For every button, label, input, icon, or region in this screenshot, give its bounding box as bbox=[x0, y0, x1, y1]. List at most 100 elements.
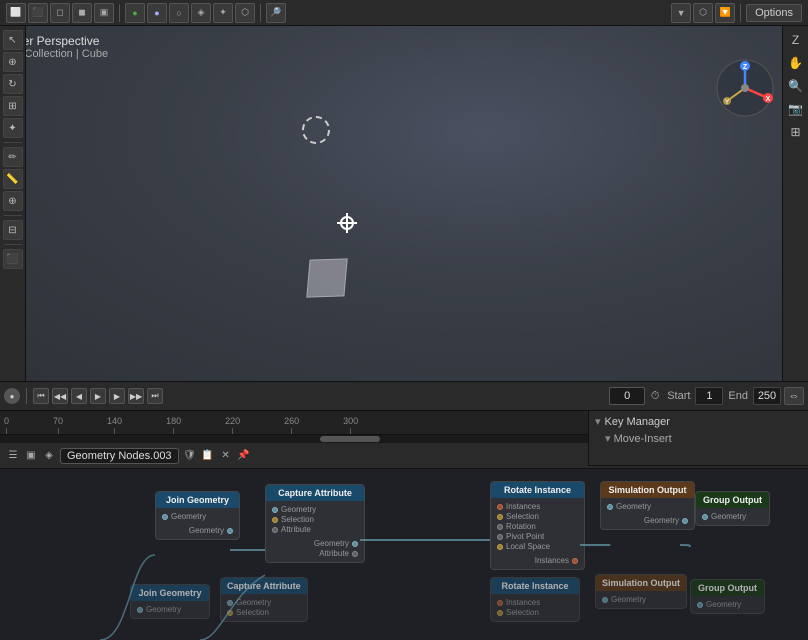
options-button[interactable]: Options bbox=[746, 4, 802, 22]
dot-rot-inst-in bbox=[497, 504, 503, 510]
node-bottom-4[interactable]: Simulation Output Geometry bbox=[595, 574, 687, 609]
node-header-icon-2[interactable]: ▣ bbox=[24, 449, 38, 463]
node-canvas[interactable]: Join Geometry Geometry Geometry Capture … bbox=[0, 469, 808, 640]
playback-jump-end[interactable]: ⏭ bbox=[147, 388, 163, 404]
node-pin-icon[interactable]: 📌 bbox=[237, 449, 251, 463]
port-cap-geo-out: Geometry bbox=[272, 539, 358, 548]
node-bottom-1[interactable]: Join Geometry Geometry bbox=[130, 584, 210, 619]
playback-prev-frame[interactable]: ◀ bbox=[71, 388, 87, 404]
tool-measure[interactable]: 📏 bbox=[3, 169, 23, 189]
toolbar-wrench[interactable]: ✦ bbox=[213, 3, 233, 23]
node-header-icon-1[interactable]: ☰ bbox=[6, 449, 20, 463]
toolbar-dropdown-view[interactable]: ▼ bbox=[671, 3, 691, 23]
tool-move[interactable]: ⊕ bbox=[3, 52, 23, 72]
port-rot-out: Instances bbox=[497, 556, 578, 565]
node-editor[interactable]: ☰ ▣ ◈ Geometry Nodes.003 🛡 📋 ✕ 📌 ⊡ 🔵 ⊞ ◉… bbox=[0, 443, 808, 640]
node-rotate-header: Rotate Instance bbox=[491, 482, 584, 498]
right-tool-hand[interactable]: ✋ bbox=[786, 53, 806, 73]
node-join-geometry-header: Join Geometry bbox=[156, 492, 239, 508]
tool-cursor[interactable]: ↖ bbox=[3, 30, 23, 50]
node-header-icon-3[interactable]: ◈ bbox=[42, 449, 56, 463]
port-rot-inst-in: Instances bbox=[497, 502, 578, 511]
node-simulation-output[interactable]: Simulation Output Geometry Geometry bbox=[600, 481, 695, 530]
km-toggle-arrow[interactable]: ▾ bbox=[595, 415, 601, 428]
toolbar-color-1[interactable]: ● bbox=[125, 3, 145, 23]
playback-next-frame[interactable]: ▶ bbox=[109, 388, 125, 404]
tool-sep-1 bbox=[4, 142, 22, 143]
toolbar-icon-5[interactable]: ▣ bbox=[94, 3, 114, 23]
node-bottom-3[interactable]: Rotate Instance Instances Selection bbox=[490, 577, 580, 622]
toolbar-sep-2 bbox=[260, 4, 261, 22]
toolbar-icon-2[interactable]: ⬛ bbox=[28, 3, 48, 23]
start-label: Start bbox=[665, 390, 692, 402]
port-rot-sel: Selection bbox=[497, 512, 578, 521]
node-bottom-2[interactable]: Capture Attribute Geometry Selection bbox=[220, 577, 308, 622]
toolbar-icon-3[interactable]: ◻ bbox=[50, 3, 70, 23]
node-capture-attribute[interactable]: Capture Attribute Geometry Selection Att… bbox=[265, 484, 365, 563]
end-label: End bbox=[726, 390, 750, 402]
port-rot-local: Local Space bbox=[497, 542, 578, 551]
toolbar-select-box[interactable]: ⬜ bbox=[6, 3, 26, 23]
playback-play[interactable]: ▶ bbox=[90, 388, 106, 404]
node-copy-icon[interactable]: 📋 bbox=[201, 449, 215, 463]
timeline-scrollbar[interactable] bbox=[0, 435, 588, 443]
port-bot1-in: Geometry bbox=[137, 605, 203, 614]
playback-jump-start[interactable]: ⏮ bbox=[33, 388, 49, 404]
timeline-ruler[interactable]: 0 70 140 180 220 260 300 bbox=[0, 411, 588, 435]
ruler-marks: 0 70 140 180 220 260 300 bbox=[0, 411, 588, 434]
node-rotate-instance[interactable]: Rotate Instance Instances Selection Rota… bbox=[490, 481, 585, 570]
node-close-icon[interactable]: ✕ bbox=[219, 449, 233, 463]
node-group-output[interactable]: Group Output Geometry bbox=[695, 491, 770, 526]
viewport[interactable]: User Perspective (0) Collection | Cube Z… bbox=[0, 26, 808, 381]
port-cap-sel: Selection bbox=[272, 515, 358, 524]
dot-sim-geo-out bbox=[682, 518, 688, 524]
orientation-gizmo[interactable]: Z X Y bbox=[713, 56, 778, 121]
toolbar-filter-2[interactable]: 🔽 bbox=[715, 3, 735, 23]
scrollbar-thumb[interactable] bbox=[320, 436, 380, 442]
toolbar-hex[interactable]: ⬡ bbox=[235, 3, 255, 23]
right-tool-grid[interactable]: ⊞ bbox=[786, 122, 806, 142]
port-bot3-in: Instances bbox=[497, 598, 573, 607]
toolbar-search[interactable]: 🔎 bbox=[266, 3, 286, 23]
toolbar-filter[interactable]: ⬡ bbox=[693, 3, 713, 23]
tool-grid[interactable]: ⊟ bbox=[3, 220, 23, 240]
tool-add[interactable]: ⊕ bbox=[3, 191, 23, 211]
right-tool-camera[interactable]: 📷 bbox=[786, 99, 806, 119]
port-bot2-in: Geometry bbox=[227, 598, 301, 607]
current-frame[interactable]: 0 bbox=[609, 387, 645, 405]
node-sim-header: Simulation Output bbox=[601, 482, 694, 498]
port-bot5-in: Geometry bbox=[697, 600, 758, 609]
right-tool-1[interactable]: Z bbox=[786, 30, 806, 50]
end-frame[interactable]: 250 bbox=[753, 387, 781, 405]
start-frame[interactable]: 1 bbox=[695, 387, 723, 405]
toolbar-drop[interactable]: ◈ bbox=[191, 3, 211, 23]
km-move-insert: ▾ Move-Insert bbox=[595, 432, 802, 445]
node-name-label[interactable]: Geometry Nodes.003 bbox=[60, 448, 179, 464]
dot-cap-sel bbox=[272, 517, 278, 523]
tool-scale[interactable]: ⊞ bbox=[3, 96, 23, 116]
toolbar-color-2[interactable]: ● bbox=[147, 3, 167, 23]
right-tool-zoom[interactable]: 🔍 bbox=[786, 76, 806, 96]
node-join-geometry[interactable]: Join Geometry Geometry Geometry bbox=[155, 491, 240, 540]
tool-transform[interactable]: ✦ bbox=[3, 118, 23, 138]
toolbar-icon-4[interactable]: ◼ bbox=[72, 3, 92, 23]
dot-rot-pivot bbox=[497, 534, 503, 540]
node-bottom-5[interactable]: Group Output Geometry bbox=[690, 579, 765, 614]
tool-annotate[interactable]: ✏ bbox=[3, 147, 23, 167]
node-bot-2-header: Capture Attribute bbox=[221, 578, 307, 594]
toolbar-sphere[interactable]: ○ bbox=[169, 3, 189, 23]
node-capture-header: Capture Attribute bbox=[266, 485, 364, 501]
node-group-out-body: Geometry bbox=[696, 508, 769, 525]
tool-last[interactable]: ⬛ bbox=[3, 249, 23, 269]
playback-next-key[interactable]: ▶▶ bbox=[128, 388, 144, 404]
timeline-record[interactable]: ● bbox=[4, 388, 20, 404]
dot-cap-attr-out bbox=[352, 551, 358, 557]
playback-prev-key[interactable]: ◀◀ bbox=[52, 388, 68, 404]
timeline-extra-btn[interactable]: ⇔ bbox=[784, 387, 804, 405]
tool-rotate[interactable]: ↻ bbox=[3, 74, 23, 94]
node-bot-4-header: Simulation Output bbox=[596, 575, 686, 591]
node-shield-icon[interactable]: 🛡 bbox=[183, 449, 197, 463]
ruler-mark-70: 70 bbox=[53, 417, 63, 434]
node-join-geometry-body: Geometry Geometry bbox=[156, 508, 239, 539]
dot-sim-geo-in bbox=[607, 504, 613, 510]
